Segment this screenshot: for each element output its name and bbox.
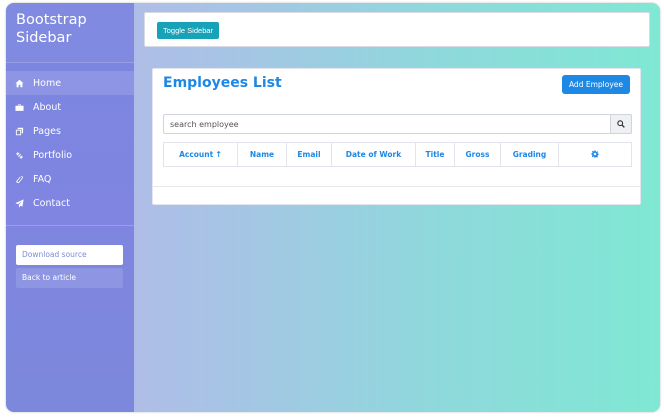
- back-to-article-button[interactable]: Back to article: [16, 268, 123, 288]
- employees-table: Account↑ Name Email Date of Work Title: [163, 142, 632, 167]
- column-header-account[interactable]: Account ↑: [163, 142, 238, 167]
- column-label: Date of Work: [345, 150, 402, 159]
- top-navbar: Toggle Sidebar: [144, 12, 650, 47]
- download-source-button[interactable]: Download source: [16, 245, 123, 265]
- home-icon: [12, 79, 27, 88]
- add-employee-button[interactable]: Add Employee: [561, 75, 630, 94]
- column-header-grading[interactable]: Grading: [500, 142, 559, 167]
- column-header-email[interactable]: Email: [286, 142, 332, 167]
- sidebar-item-pages[interactable]: Pages: [6, 119, 134, 143]
- search-input[interactable]: [164, 115, 610, 133]
- sidebar-item-contact[interactable]: Contact: [6, 191, 134, 215]
- search-group: [163, 114, 632, 134]
- sidebar-item-portfolio[interactable]: Portfolio: [6, 143, 134, 167]
- sidebar-item-about[interactable]: About: [6, 95, 134, 119]
- toggle-sidebar-button[interactable]: Toggle Sidebar: [157, 22, 220, 39]
- column-header-date-of-work[interactable]: Date of Work: [331, 142, 416, 167]
- app-frame: Bootstrap Sidebar Home About Pages Portf…: [6, 3, 660, 412]
- sidebar: Bootstrap Sidebar Home About Pages Portf…: [6, 3, 134, 412]
- sort-arrow-up-icon: ↑: [215, 150, 222, 159]
- paperclip-icon: [12, 175, 27, 184]
- employees-card: Employees List Add Employee Account↑ Nam…: [152, 68, 641, 205]
- column-label: Title: [425, 150, 445, 159]
- brand-line2: Sidebar: [16, 29, 72, 46]
- column-header-name[interactable]: Name: [237, 142, 287, 167]
- column-label: Grading: [512, 150, 547, 159]
- sidebar-cta-group: Download source Back to article: [6, 226, 134, 288]
- table-header-row: Account↑ Name Email Date of Work Title: [163, 142, 632, 167]
- sidebar-item-faq[interactable]: FAQ: [6, 167, 134, 191]
- link-icon: [12, 151, 27, 160]
- sidebar-item-label: Home: [33, 77, 62, 89]
- column-label: Email: [297, 150, 321, 159]
- sidebar-item-label: FAQ: [33, 173, 52, 185]
- search-button[interactable]: [610, 115, 631, 133]
- sidebar-brand[interactable]: Bootstrap Sidebar: [6, 3, 134, 63]
- sidebar-item-label: Contact: [33, 197, 70, 209]
- column-label: Gross: [465, 150, 490, 159]
- paper-plane-icon: [12, 198, 27, 208]
- column-label: Account: [179, 150, 214, 159]
- search-icon: [617, 120, 625, 128]
- column-header-actions[interactable]: [558, 142, 632, 167]
- sidebar-nav: Home About Pages Portfolio FAQ Contact: [6, 71, 134, 215]
- column-header-gross[interactable]: Gross: [454, 142, 501, 167]
- copy-icon: [12, 127, 27, 136]
- brand-line1: Bootstrap: [16, 12, 87, 28]
- gear-icon: [591, 149, 599, 158]
- sidebar-item-label: Pages: [33, 125, 61, 137]
- sidebar-item-label: Portfolio: [33, 149, 73, 161]
- briefcase-icon: [12, 103, 27, 112]
- column-label: Name: [249, 150, 275, 159]
- column-header-title[interactable]: Title: [415, 142, 455, 167]
- card-footer-divider: [153, 186, 640, 187]
- sidebar-item-label: About: [33, 101, 62, 113]
- sidebar-item-home[interactable]: Home: [6, 71, 134, 95]
- page-title: Employees List: [163, 75, 282, 91]
